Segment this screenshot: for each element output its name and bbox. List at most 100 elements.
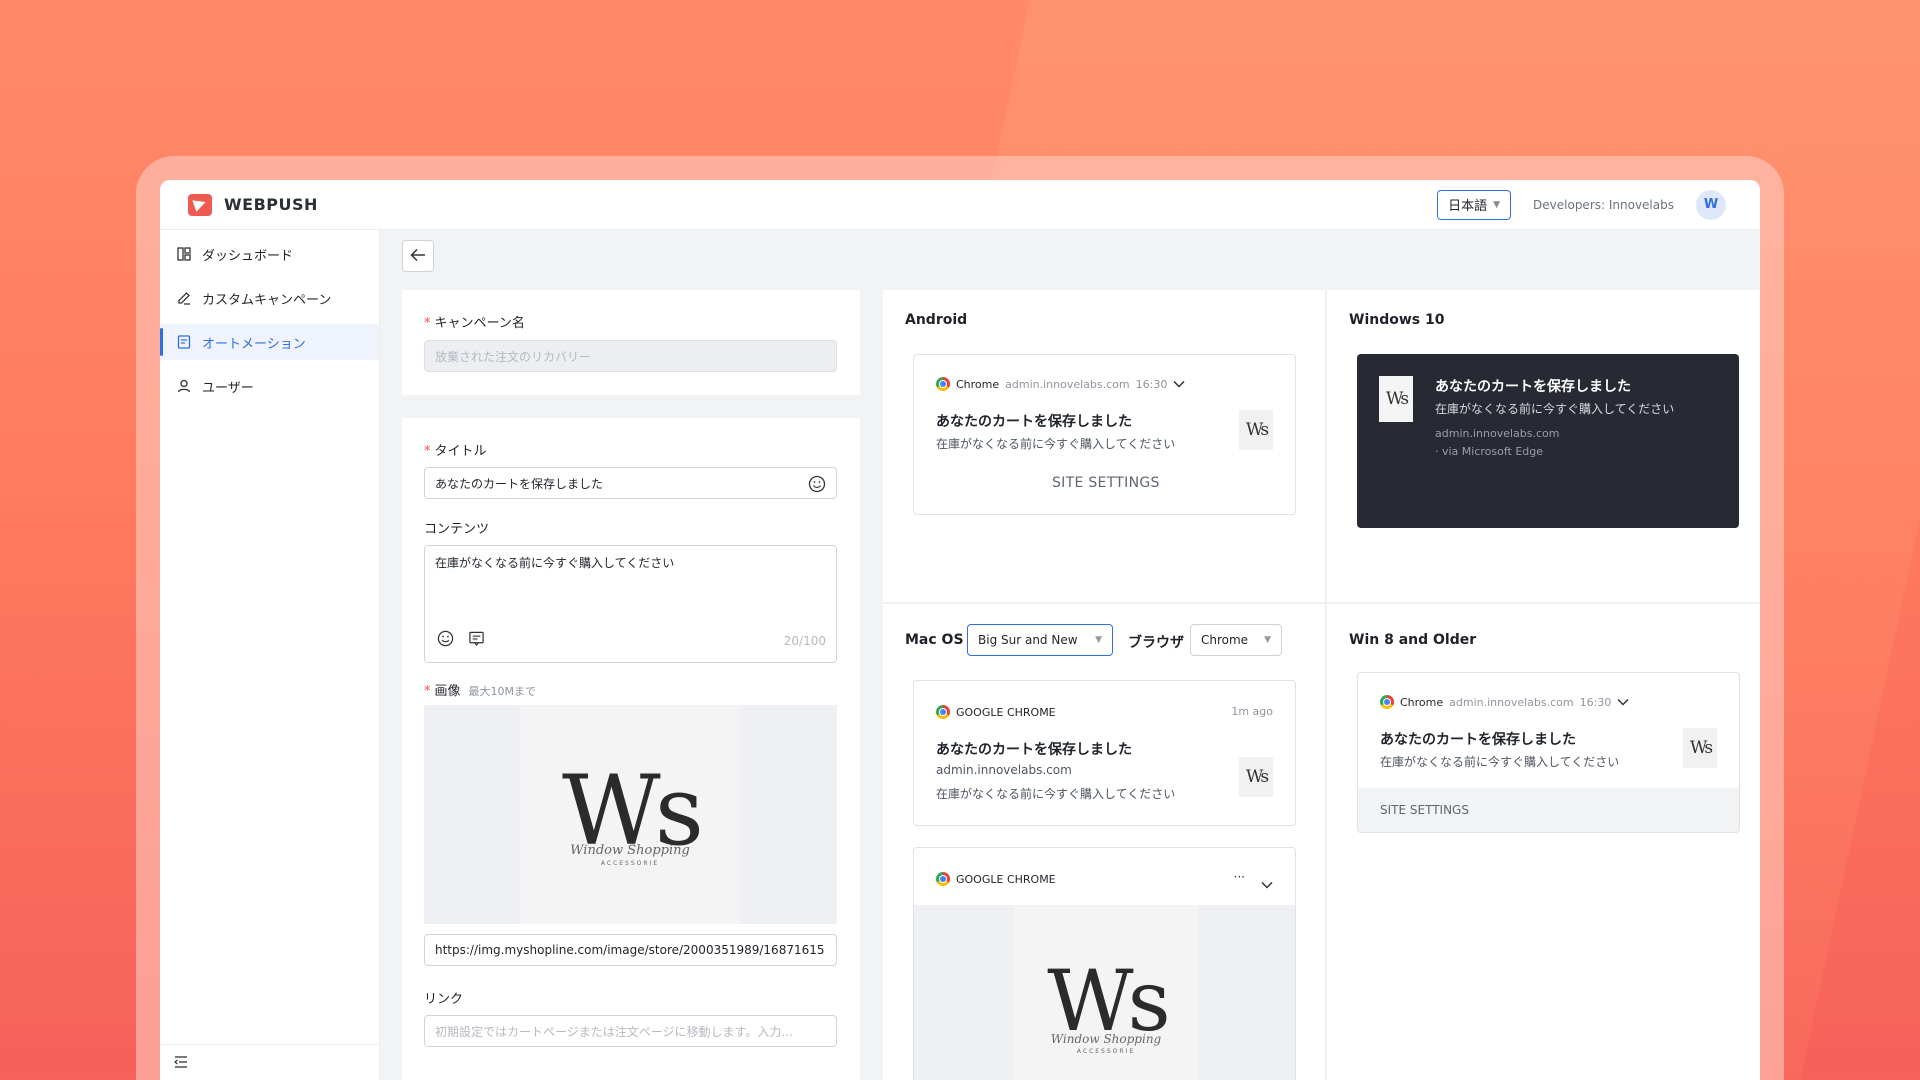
- emoji-icon[interactable]: [437, 630, 454, 650]
- browser-label: ブラウザ: [1128, 635, 1184, 651]
- panel-divider: [1325, 290, 1326, 1080]
- content-card: * タイトル あなたのカートを保存しました コンテンツ 在庫がなくなる前に今すぐ…: [402, 418, 860, 1080]
- win8-title: Win 8 and Older: [1349, 632, 1477, 648]
- logo-subtext: ACCESSORIE: [1076, 1047, 1136, 1055]
- content-value: 在庫がなくなる前に今すぐ購入してください: [435, 556, 675, 570]
- dashboard-icon: [176, 246, 192, 262]
- campaign-name-label: * キャンペーン名: [424, 316, 525, 331]
- message-template-icon[interactable]: [468, 630, 485, 650]
- win8-preview-panel: Win 8 and Older Chrome admin.innovelabs.…: [1327, 604, 1760, 1080]
- user-icon: [176, 378, 192, 394]
- chevron-down-icon[interactable]: [1261, 874, 1273, 893]
- macos-notification-expanded[interactable]: GOOGLE CHROME ··· Ws Window Shopping ACC…: [913, 847, 1296, 1080]
- sidebar-item-automation[interactable]: オートメーション: [160, 324, 379, 360]
- notification-body: 在庫がなくなる前に今すぐ購入してください: [936, 787, 1176, 801]
- notification-header: Chrome admin.innovelabs.com 16:30: [1380, 695, 1629, 709]
- automation-icon: [176, 334, 192, 350]
- site-settings-button[interactable]: SITE SETTINGS: [1052, 475, 1160, 491]
- android-title: Android: [905, 312, 968, 328]
- notification-via: · via Microsoft Edge: [1435, 445, 1544, 458]
- notification-title: あなたのカートを保存しました: [936, 742, 1132, 758]
- paper-plane-icon: [188, 193, 212, 216]
- notification-header: GOOGLE CHROME: [936, 705, 1056, 719]
- chevron-down-icon: ▼: [1095, 635, 1102, 645]
- language-value: 日本語: [1448, 199, 1488, 214]
- site-settings-button[interactable]: SITE SETTINGS: [1380, 803, 1469, 817]
- avatar[interactable]: W: [1696, 189, 1726, 220]
- notification-title: あなたのカートを保存しました: [1435, 379, 1631, 395]
- notification-thumbnail: Ws: [1239, 757, 1273, 797]
- title-value: あなたのカートを保存しました: [435, 476, 604, 491]
- android-preview-panel: Android Chrome admin.innovelabs.com 16:3…: [883, 290, 1325, 602]
- language-select[interactable]: 日本語 ▼: [1437, 189, 1512, 220]
- notification-image: Ws Window Shopping ACCESSORIE: [914, 905, 1295, 1080]
- link-input[interactable]: 初期設定ではカートページまたは注文ページに移動します。入力...: [424, 1015, 837, 1047]
- chevron-down-icon[interactable]: [1617, 696, 1629, 709]
- site-settings-bar: SITE SETTINGS: [1358, 788, 1739, 832]
- chrome-icon: [1380, 695, 1394, 709]
- sidebar-item-users[interactable]: ユーザー: [160, 368, 379, 404]
- link-placeholder: 初期設定ではカートページまたは注文ページに移動します。入力...: [435, 1024, 793, 1039]
- main-content: * キャンペーン名 放棄された注文のリカバリー * タイトル あなたのカートを保…: [380, 230, 1760, 1080]
- chrome-icon: [936, 377, 950, 391]
- windows10-title: Windows 10: [1349, 312, 1445, 328]
- more-options-icon[interactable]: ···: [1234, 870, 1245, 884]
- content-label: コンテンツ: [424, 522, 490, 537]
- sidebar-item-label: カスタムキャンペーン: [202, 292, 332, 308]
- back-button[interactable]: [402, 240, 434, 272]
- image-url-input[interactable]: https://img.myshopline.com/image/store/2…: [424, 934, 837, 966]
- image-url-value: https://img.myshopline.com/image/store/2…: [435, 943, 825, 957]
- sidebar-item-custom-campaign[interactable]: カスタムキャンペーン: [160, 280, 379, 316]
- logo-script: Window Shopping: [570, 842, 690, 858]
- top-header: WEBPUSH 日本語 ▼ Developers: Innovelabs W: [160, 180, 1760, 230]
- panel-divider: [883, 602, 1760, 603]
- title-label: * タイトル: [424, 444, 487, 459]
- image-label: * 画像 最大10Mまで: [424, 684, 537, 699]
- title-input[interactable]: あなたのカートを保存しました: [424, 467, 837, 499]
- notification-domain: admin.innovelabs.com: [936, 763, 1072, 777]
- arrow-left-icon: [410, 247, 426, 266]
- notification-age: 1m ago: [1231, 705, 1273, 718]
- android-notification[interactable]: Chrome admin.innovelabs.com 16:30 あなたのカー…: [913, 354, 1296, 515]
- header-right: 日本語 ▼ Developers: Innovelabs W: [1437, 189, 1726, 220]
- win8-notification[interactable]: Chrome admin.innovelabs.com 16:30 あなたのカー…: [1357, 672, 1740, 833]
- chevron-down-icon[interactable]: [1173, 378, 1185, 391]
- textarea-toolbar: [437, 630, 485, 650]
- sidebar: ダッシュボード カスタムキャンペーン オートメーション ユーザー: [160, 230, 380, 1080]
- app-logo[interactable]: WEBPUSH: [188, 193, 318, 216]
- notification-body: 在庫がなくなる前に今すぐ購入してください: [1435, 402, 1675, 416]
- sidebar-item-dashboard[interactable]: ダッシュボード: [160, 236, 379, 272]
- image-logo: Ws Window Shopping ACCESSORIE: [1014, 905, 1198, 1080]
- developer-label: Developers: Innovelabs: [1533, 197, 1674, 212]
- notification-body: 在庫がなくなる前に今すぐ購入してください: [1380, 755, 1620, 769]
- chrome-icon: [936, 872, 950, 886]
- notification-domain: admin.innovelabs.com: [1435, 427, 1560, 440]
- chrome-icon: [936, 705, 950, 719]
- notification-thumbnail: Ws: [1239, 410, 1273, 450]
- collapse-menu-icon: [174, 1053, 188, 1072]
- campaign-name-card: * キャンペーン名 放棄された注文のリカバリー: [402, 290, 860, 395]
- windows10-preview-panel: Windows 10 Ws あなたのカートを保存しました 在庫がなくなる前に今す…: [1327, 290, 1760, 602]
- macos-preview-panel: Mac OS Big Sur and New ▼ ブラウザ Chrome ▼ G…: [883, 604, 1325, 1080]
- campaign-name-input[interactable]: 放棄された注文のリカバリー: [424, 340, 837, 372]
- image-logo: Ws Window Shopping ACCESSORIE: [520, 705, 740, 924]
- sidebar-item-label: ユーザー: [202, 380, 254, 396]
- sidebar-collapse-button[interactable]: [160, 1044, 380, 1080]
- macos-notification[interactable]: GOOGLE CHROME 1m ago あなたのカートを保存しました admi…: [913, 680, 1296, 826]
- app-name: WEBPUSH: [224, 195, 318, 214]
- emoji-icon[interactable]: [808, 475, 826, 496]
- notification-header: GOOGLE CHROME: [936, 872, 1056, 886]
- image-hint: 最大10Mまで: [468, 685, 537, 698]
- windows10-notification[interactable]: Ws あなたのカートを保存しました 在庫がなくなる前に今すぐ購入してください a…: [1357, 354, 1739, 528]
- campaign-name-placeholder: 放棄された注文のリカバリー: [435, 349, 592, 364]
- image-preview[interactable]: Ws Window Shopping ACCESSORIE: [424, 705, 837, 924]
- content-textarea[interactable]: 在庫がなくなる前に今すぐ購入してください 20/100: [424, 545, 837, 663]
- edit-icon: [176, 290, 192, 306]
- sidebar-item-label: ダッシュボード: [202, 248, 294, 264]
- chevron-down-icon: ▼: [1493, 199, 1501, 210]
- notification-body: 在庫がなくなる前に今すぐ購入してください: [936, 437, 1176, 451]
- macos-version-select[interactable]: Big Sur and New ▼: [967, 624, 1113, 656]
- sidebar-item-label: オートメーション: [202, 336, 306, 352]
- browser-select[interactable]: Chrome ▼: [1190, 624, 1282, 656]
- content-counter: 20/100: [783, 634, 826, 648]
